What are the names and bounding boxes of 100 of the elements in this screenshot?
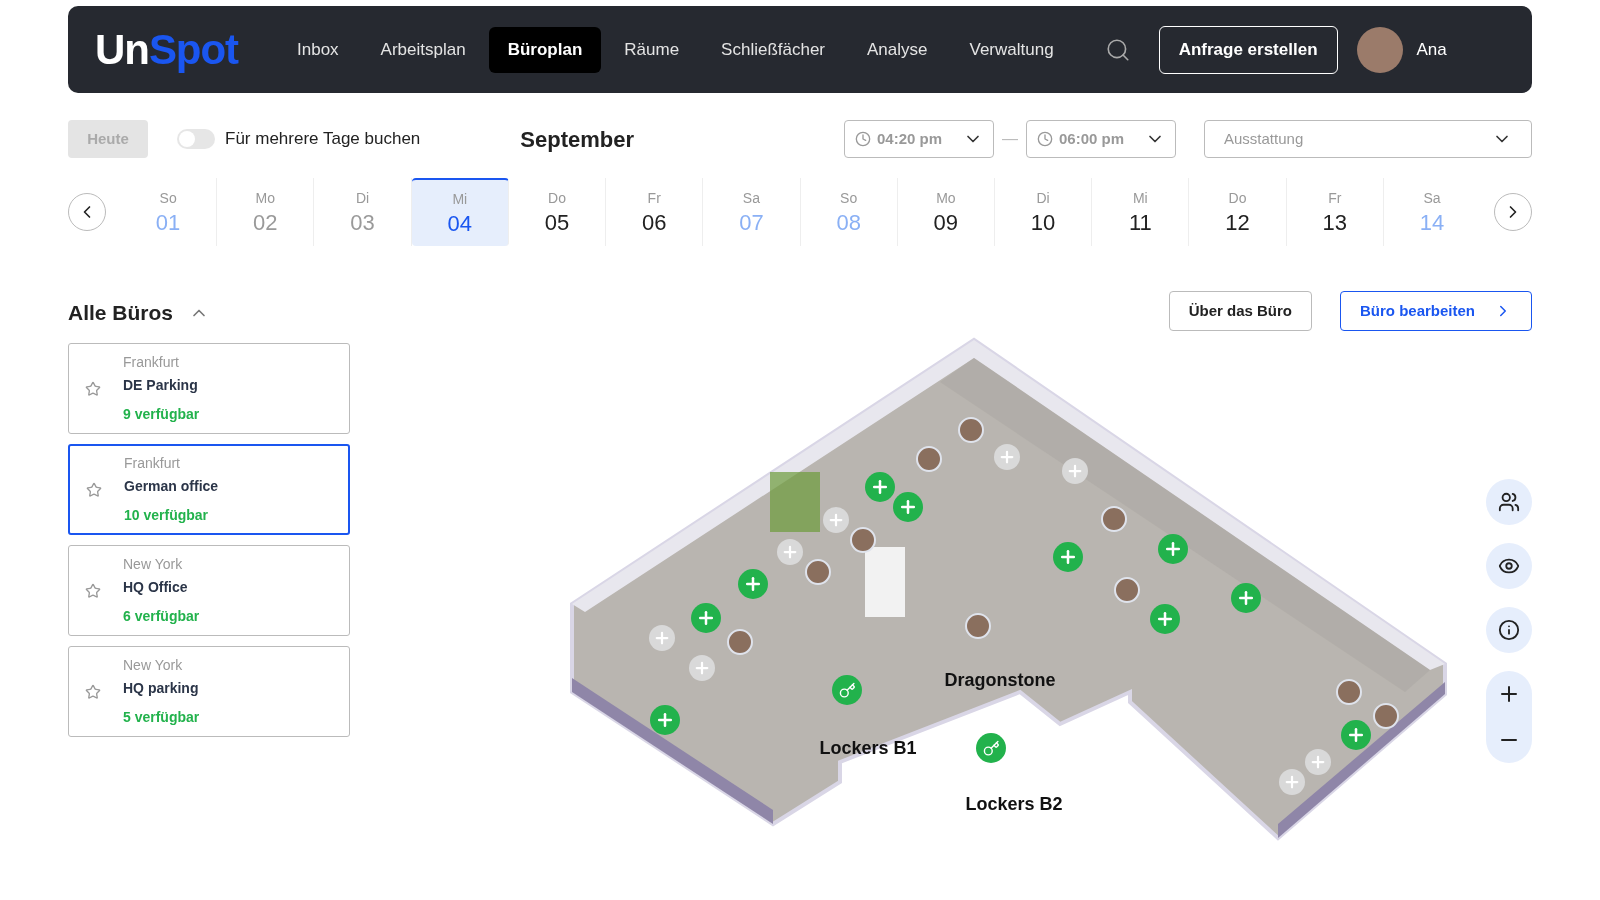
range-separator: — [1002,129,1018,149]
office-name: German office [124,477,219,496]
date-number: 10 [1030,208,1056,237]
key-marker[interactable] [976,733,1006,763]
plus-icon [998,448,1016,466]
people-button[interactable] [1486,479,1532,525]
room-label: Lockers B2 [965,792,1063,816]
date-tab[interactable]: Do 05 [508,178,607,246]
date-number: 04 [447,209,472,238]
weekday-label: Mi [1132,188,1148,208]
multi-day-toggle[interactable] [177,129,215,149]
weekday-label: So [159,188,177,208]
plus-icon [781,543,799,561]
weekday-label: Mo [936,188,956,208]
date-tab[interactable]: Do 12 [1189,178,1287,246]
star-icon[interactable] [86,481,102,498]
availability-count: 10 verfügbar [124,506,210,525]
nav-tab[interactable]: Räume [605,26,699,73]
plus-icon [1309,753,1327,771]
weekday-label: Di [355,188,370,208]
plus-icon [1163,539,1183,559]
multi-day-label: Für mehrere Tage buchen [225,128,421,151]
date-number: 13 [1322,208,1347,237]
logo[interactable]: UnSpot [95,18,238,81]
plus-icon [655,710,675,730]
availability-count: 5 verfügbar [123,708,200,727]
availability-count: 6 verfügbar [123,607,200,626]
clock-icon [855,131,871,147]
info-button[interactable] [1486,607,1532,653]
plus-icon [653,629,671,647]
weekday-label: Sa [742,188,760,208]
plus-icon [1155,609,1175,629]
nav-tab[interactable]: Büroplan [488,26,602,73]
date-number: 08 [836,208,861,237]
date-tab[interactable]: Mo 09 [897,178,995,246]
office-card[interactable]: Frankfurt DE Parking 9 verfügbar [68,343,350,434]
weekday-label: So [840,188,858,208]
date-number: 02 [253,208,278,237]
offices-title: Alle Büros [68,300,174,327]
date-number: 03 [350,208,375,237]
office-city: New York [123,555,184,574]
edit-office-button[interactable]: Büro bearbeiten [1340,291,1532,331]
plus-icon [693,659,711,677]
nav-tab[interactable]: Inbox [278,26,358,73]
plus-icon [696,608,716,628]
room-label: Dragonstone [944,668,1056,692]
date-number: 07 [739,208,764,237]
plus-icon [1058,547,1078,567]
plus-icon [898,497,918,517]
date-tab[interactable]: Di 10 [994,178,1093,246]
weekday-label: Do [1228,188,1247,208]
date-number: 12 [1225,208,1250,237]
date-number: 06 [641,208,667,237]
people-icon [1498,491,1520,513]
plus-icon [1283,773,1301,791]
visibility-button[interactable] [1486,543,1532,589]
weekday-label: Di [1036,188,1050,208]
clock-icon [1037,131,1053,147]
office-name: HQ Office [123,578,189,597]
star-icon[interactable] [85,683,101,700]
user-name[interactable]: Ana [1416,36,1447,63]
weekday-label: Fr [647,188,661,208]
about-office-button[interactable]: Über das Büro [1168,291,1312,331]
plus-icon [827,511,845,529]
plus-icon [743,574,763,594]
date-number: 01 [155,208,181,237]
star-icon[interactable] [85,582,101,599]
plus-icon [870,477,890,497]
office-city: Frankfurt [123,353,180,372]
availability-count: 9 verfügbar [123,405,200,424]
create-request-button[interactable]: Anfrage erstellen [1158,25,1338,74]
date-tab[interactable]: Mi 04 [411,178,509,246]
plus-icon [1066,462,1084,480]
plus-icon [1236,588,1256,608]
weekday-label: Mi [452,189,468,209]
office-city: Frankfurt [124,454,181,473]
weekday-label: Fr [1328,188,1342,208]
date-number: 09 [933,208,959,237]
room-label: Lockers B1 [819,736,917,760]
office-card[interactable]: New York HQ Office 6 verfügbar [68,545,350,636]
nav-tab[interactable]: Analyse [848,26,947,73]
weekday-label: Mo [255,188,276,208]
info-icon [1498,619,1520,641]
date-tab[interactable]: Fr 06 [606,178,704,246]
date-tab[interactable]: Fr 13 [1286,178,1384,246]
office-city: New York [123,656,184,675]
office-name: DE Parking [123,376,199,395]
weekday-label: Do [548,188,566,208]
office-name: HQ parking [123,679,200,698]
office-card[interactable]: New York HQ parking 5 verfügbar [68,646,350,737]
date-tab[interactable]: Mi 11 [1092,178,1190,246]
nav-tab[interactable]: Verwaltung [950,26,1073,73]
month-title: September [520,125,635,154]
date-number: 05 [544,208,570,237]
office-card[interactable]: Frankfurt German office 10 verfügbar [68,444,350,535]
star-icon[interactable] [85,380,101,397]
weekday-label: Sa [1423,188,1441,208]
nav-tab[interactable]: Arbeitsplan [361,26,485,73]
key-icon [982,739,1000,757]
nav-tab[interactable]: Schließfächer [702,26,845,73]
